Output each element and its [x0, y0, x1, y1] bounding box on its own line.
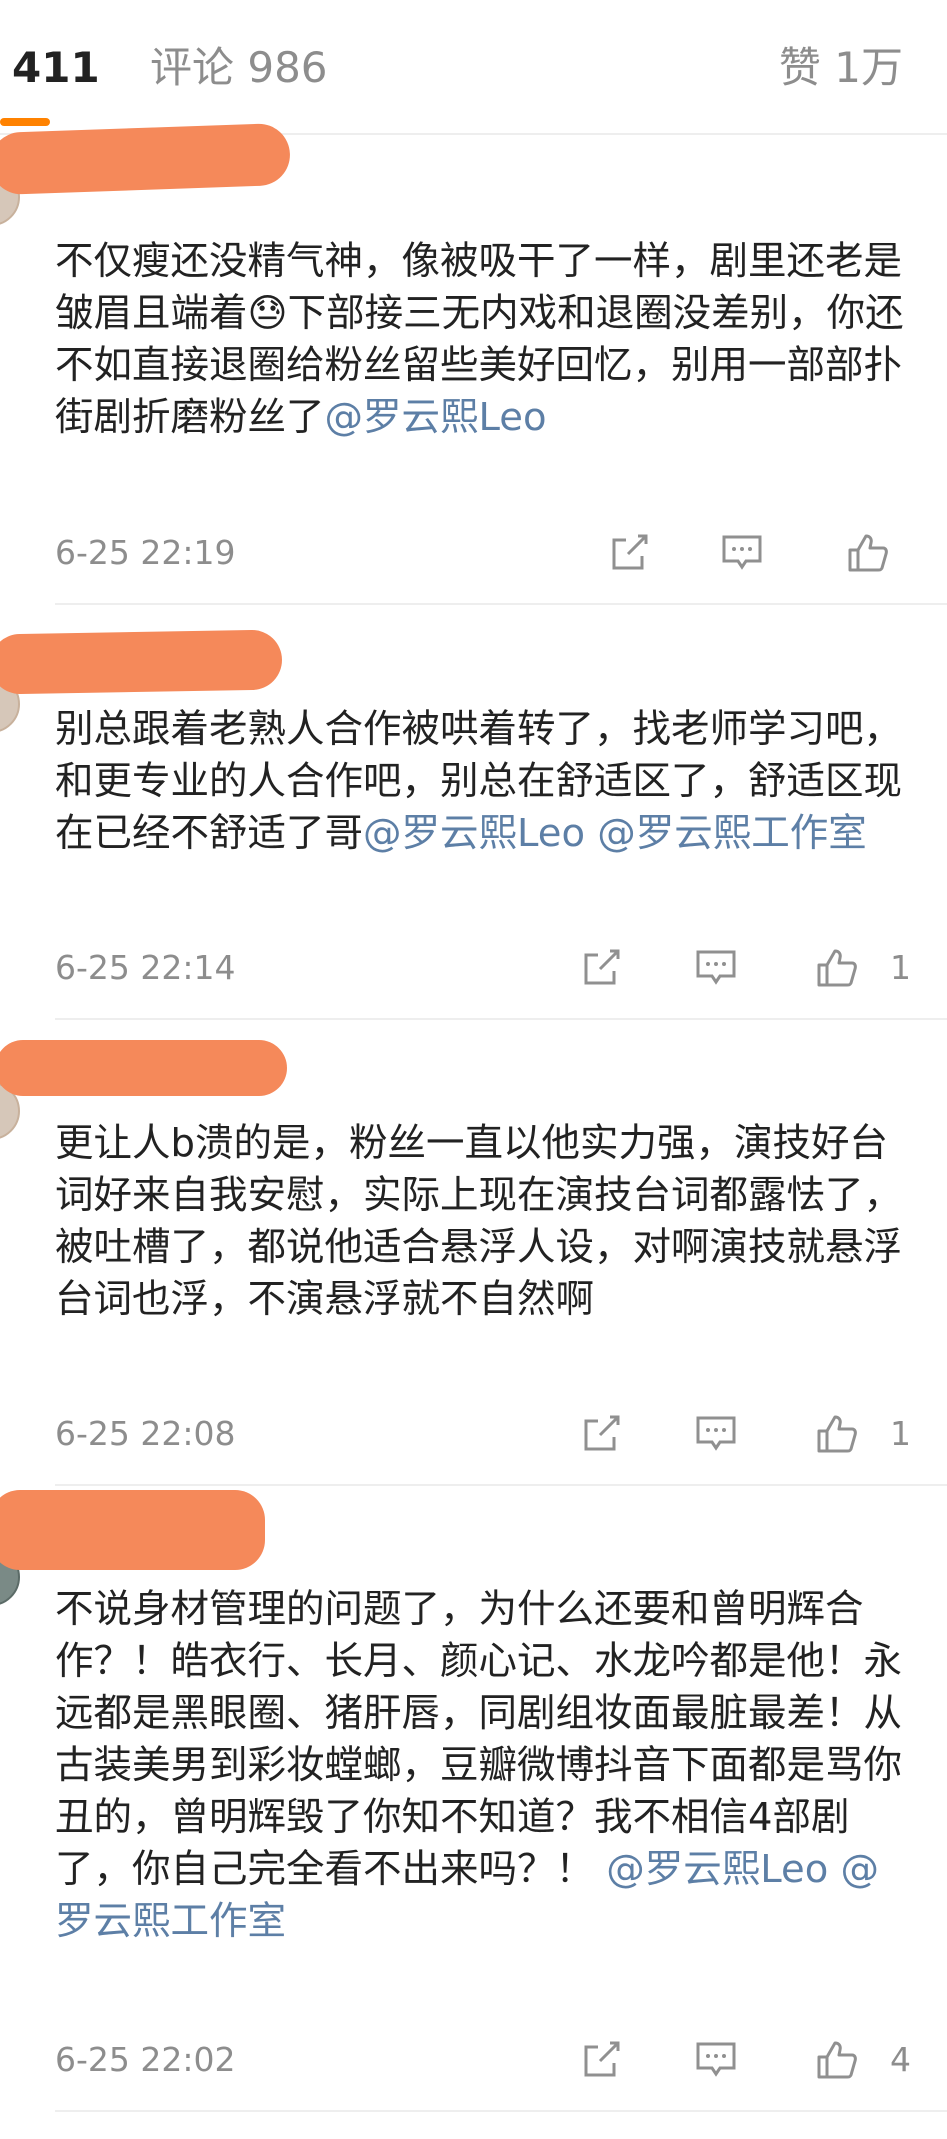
comment-time: 6-25 22:08 — [55, 1414, 236, 1453]
comment-icon[interactable] — [721, 532, 763, 574]
comment-text: 不说身材管理的问题了，为什么还要和曾明辉合作？！皓衣行、长月、颜心记、水龙吟都是… — [55, 1587, 903, 1944]
tab-comments[interactable]: 评论 986 — [150, 42, 328, 94]
divider — [55, 603, 947, 605]
divider — [55, 1018, 947, 1020]
active-tab-indicator — [0, 118, 50, 126]
divider — [55, 1484, 947, 1486]
comment-text: 不仅瘦还没精气神，像被吸干了一样，剧里还老是皱眉且端着😓下部接三无内戏和退圈没差… — [55, 239, 904, 440]
like-count: 1 — [890, 1414, 911, 1453]
tab-bar: 411 评论 986 赞 1万 — [0, 0, 947, 135]
like-count: 4 — [890, 2040, 911, 2079]
share-icon[interactable] — [580, 1413, 622, 1455]
thumbs-up-icon[interactable] — [816, 2039, 858, 2081]
comment-time: 6-25 22:02 — [55, 2040, 236, 2079]
comment-icon[interactable] — [695, 2039, 737, 2081]
comment-time: 6-25 22:19 — [55, 533, 236, 572]
like-count: 1 — [890, 948, 911, 987]
comment-time: 6-25 22:14 — [55, 948, 236, 987]
comment-text: 更让人b溃的是，粉丝一直以他实力强，演技好台词好来自我安慰，实际上现在演技台词都… — [55, 1121, 903, 1322]
comment-icon[interactable] — [695, 947, 737, 989]
divider — [55, 2110, 947, 2112]
redacted-username — [0, 122, 291, 196]
mention-link[interactable]: @罗云熙Leo — [325, 395, 547, 440]
redacted-username — [0, 1490, 265, 1570]
emoji: 😓 — [247, 291, 288, 336]
redacted-username — [0, 629, 283, 695]
share-icon[interactable] — [580, 2039, 622, 2081]
thumbs-up-icon[interactable] — [847, 532, 889, 574]
comment-text: 别总跟着老熟人合作被哄着转了，找老师学习吧，和更专业的人合作吧，别总在舒适区了，… — [55, 707, 903, 856]
comment-icon[interactable] — [695, 1413, 737, 1455]
mention-link[interactable]: @罗云熙工作室 — [597, 811, 867, 856]
mention-link[interactable]: @罗云熙Leo — [606, 1847, 828, 1892]
tab-reposts[interactable]: 411 — [12, 42, 100, 94]
share-icon[interactable] — [580, 947, 622, 989]
mention-link[interactable]: @罗云熙Leo — [363, 811, 585, 856]
thumbs-up-icon[interactable] — [816, 1413, 858, 1455]
redacted-username — [0, 1040, 287, 1096]
tab-likes[interactable]: 赞 1万 — [779, 42, 903, 94]
share-icon[interactable] — [608, 532, 650, 574]
thumbs-up-icon[interactable] — [816, 947, 858, 989]
